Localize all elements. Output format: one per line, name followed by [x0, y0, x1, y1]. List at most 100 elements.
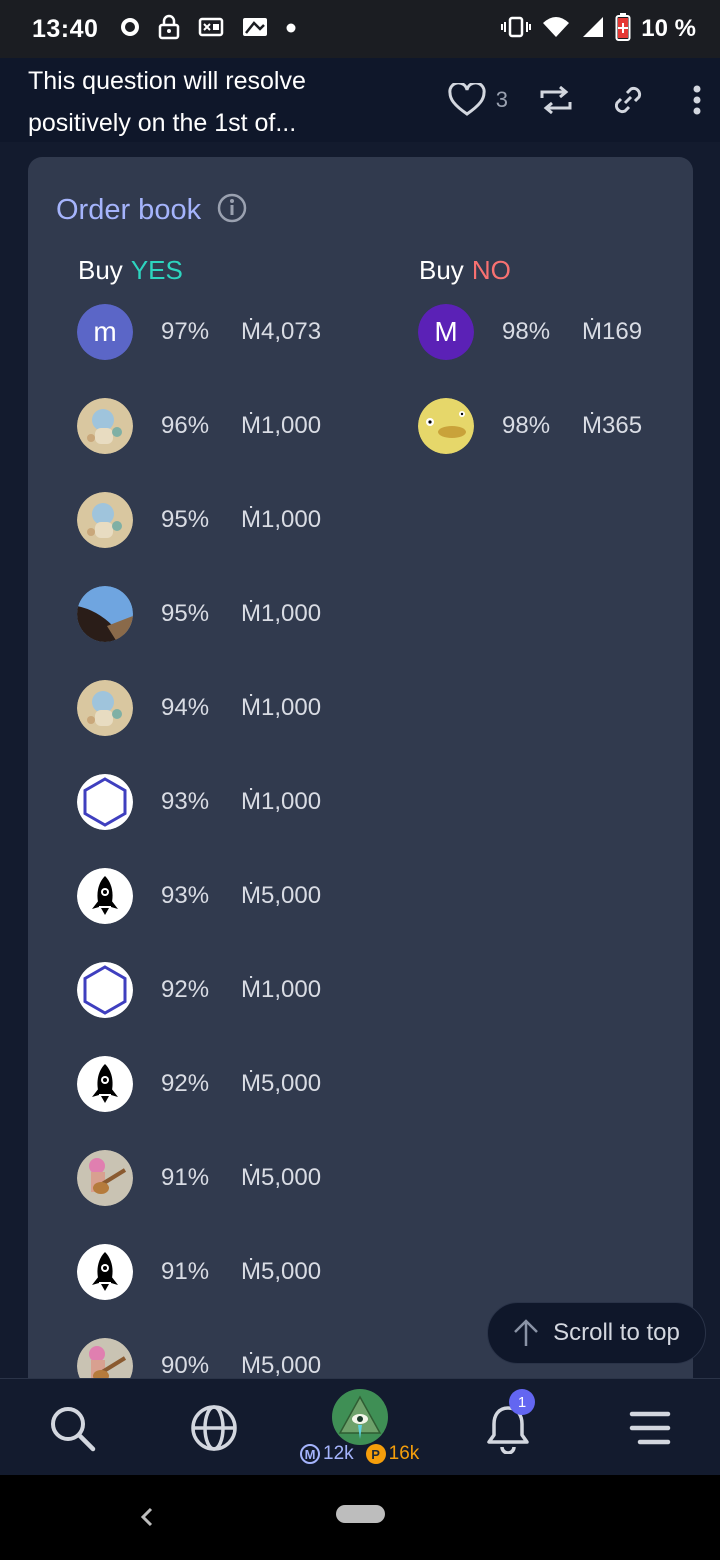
mana-balance: M 12k: [300, 1443, 354, 1465]
scroll-to-top-label: Scroll to top: [553, 1319, 680, 1346]
nav-search[interactable]: [36, 1379, 108, 1476]
repost-button[interactable]: [538, 80, 574, 120]
home-pill[interactable]: [336, 1505, 385, 1523]
letter-m-avatar[interactable]: m: [77, 304, 133, 360]
rocket-avatar[interactable]: [77, 1056, 133, 1112]
back-chevron-icon[interactable]: [136, 1499, 158, 1540]
battery-percent: 10 %: [641, 15, 696, 42]
order-amount: Ṁ5,000: [241, 1258, 322, 1285]
status-bar: 13:40 10 %: [0, 0, 720, 58]
buy-no-header: Buy NO: [419, 255, 511, 286]
duck-avatar[interactable]: [418, 398, 474, 454]
yes-order-row[interactable]: 94% Ṁ1,000: [77, 680, 321, 736]
order-probability: 95%: [161, 506, 210, 533]
globe-icon: [191, 1404, 237, 1451]
balances: M 12k P 16k: [300, 1443, 419, 1465]
order-amount: Ṁ1,000: [241, 976, 322, 1003]
copy-link-button[interactable]: [612, 80, 644, 120]
buy-no-label: Buy: [419, 255, 464, 285]
order-probability: 92%: [161, 1070, 210, 1097]
mana-balance-value: 12k: [323, 1443, 354, 1464]
cast-icon: [198, 16, 224, 43]
rocket-avatar[interactable]: [77, 1244, 133, 1300]
order-probability: 91%: [161, 1164, 210, 1191]
order-probability: 98%: [502, 412, 551, 439]
yes-order-row[interactable]: 95% Ṁ1,000: [77, 492, 321, 548]
yes-order-row[interactable]: 93% Ṁ1,000: [77, 774, 321, 830]
vibrate-icon: [501, 16, 532, 43]
question-title[interactable]: This question will resolve positively on…: [28, 60, 408, 144]
anime-girl-avatar[interactable]: [77, 398, 133, 454]
system-nav-bar: [0, 1475, 720, 1560]
heart-icon: [448, 83, 486, 116]
order-probability: 96%: [161, 412, 210, 439]
more-options-button[interactable]: [692, 80, 702, 120]
repost-icon: [540, 86, 572, 114]
order-amount: Ṁ1,000: [241, 412, 322, 439]
rocket-avatar[interactable]: [77, 868, 133, 924]
like-button[interactable]: [448, 80, 486, 120]
hexagon-avatar[interactable]: [77, 962, 133, 1018]
buy-yes-header: Buy YES: [78, 255, 183, 286]
order-amount: Ṁ5,000: [241, 1352, 322, 1379]
order-probability: 98%: [502, 318, 551, 345]
no-order-row[interactable]: 98% Ṁ365: [418, 398, 642, 454]
yes-order-row[interactable]: 96% Ṁ1,000: [77, 398, 321, 454]
arrow-up-icon: [514, 1319, 539, 1346]
yes-order-row[interactable]: 92% Ṁ5,000: [77, 1056, 321, 1112]
info-icon[interactable]: [217, 193, 247, 228]
order-amount: Ṁ169: [582, 318, 643, 345]
order-probability: 91%: [161, 1258, 210, 1285]
order-amount: Ṁ1,000: [241, 600, 322, 627]
anime-girl-avatar[interactable]: [77, 492, 133, 548]
order-amount: Ṁ5,000: [241, 1164, 322, 1191]
nav-browse[interactable]: [178, 1379, 250, 1476]
svg-text:M: M: [434, 316, 457, 347]
order-amount: Ṁ1,000: [241, 506, 322, 533]
yes-order-row[interactable]: 91% Ṁ5,000: [77, 1244, 321, 1300]
order-probability: 97%: [161, 318, 210, 345]
question-header: This question will resolve positively on…: [0, 58, 720, 142]
buy-yes-label: Buy: [78, 255, 123, 285]
letter-m-avatar[interactable]: M: [418, 304, 474, 360]
order-amount: Ṁ5,000: [241, 1070, 322, 1097]
more-vertical-icon: [693, 85, 701, 115]
nav-menu[interactable]: [614, 1379, 686, 1476]
yes-order-row[interactable]: 91% Ṁ5,000: [77, 1150, 321, 1206]
order-amount: Ṁ1,000: [241, 694, 322, 721]
order-book-title: Order book: [56, 194, 202, 226]
order-amount: Ṁ365: [582, 412, 643, 439]
order-book-card: Order book Buy YES Buy NO m 97% Ṁ4,073 96% Ṁ1,…: [28, 157, 693, 1417]
guitarist-avatar[interactable]: [77, 1150, 133, 1206]
anime-girl-avatar[interactable]: [77, 680, 133, 736]
yes-order-row[interactable]: 95% Ṁ1,000: [77, 586, 321, 642]
hexagon-avatar[interactable]: [77, 774, 133, 830]
search-icon: [51, 1406, 96, 1451]
user-avatar-illuminati-icon: [332, 1389, 388, 1445]
svg-text:m: m: [93, 316, 116, 347]
scroll-to-top-button[interactable]: Scroll to top: [487, 1302, 706, 1364]
landscape-avatar[interactable]: [77, 586, 133, 642]
yes-order-row[interactable]: m 97% Ṁ4,073: [77, 304, 321, 360]
image-icon: [242, 17, 268, 42]
circle-notification-icon: [120, 17, 140, 42]
prize-balance: P 16k: [365, 1443, 419, 1465]
mana-coin-icon: M: [300, 1444, 320, 1464]
lock-icon: [158, 14, 180, 45]
bottom-nav: M 12k P 16k 1: [0, 1378, 720, 1475]
no-order-row[interactable]: M 98% Ṁ169: [418, 304, 642, 360]
yes-order-row[interactable]: 92% Ṁ1,000: [77, 962, 321, 1018]
no-outcome-label: NO: [471, 255, 511, 285]
hamburger-menu-icon: [629, 1411, 671, 1444]
yes-order-row[interactable]: 93% Ṁ5,000: [77, 868, 321, 924]
yes-outcome-label: YES: [130, 255, 183, 285]
nav-notifications[interactable]: [472, 1379, 544, 1476]
dot-icon: [286, 20, 296, 38]
order-probability: 93%: [161, 788, 210, 815]
order-amount: Ṁ4,073: [241, 318, 322, 345]
order-probability: 95%: [161, 600, 210, 627]
order-probability: 90%: [161, 1352, 210, 1379]
like-count: 3: [495, 87, 508, 112]
status-time: 13:40: [32, 14, 99, 43]
battery-icon: [615, 12, 631, 46]
